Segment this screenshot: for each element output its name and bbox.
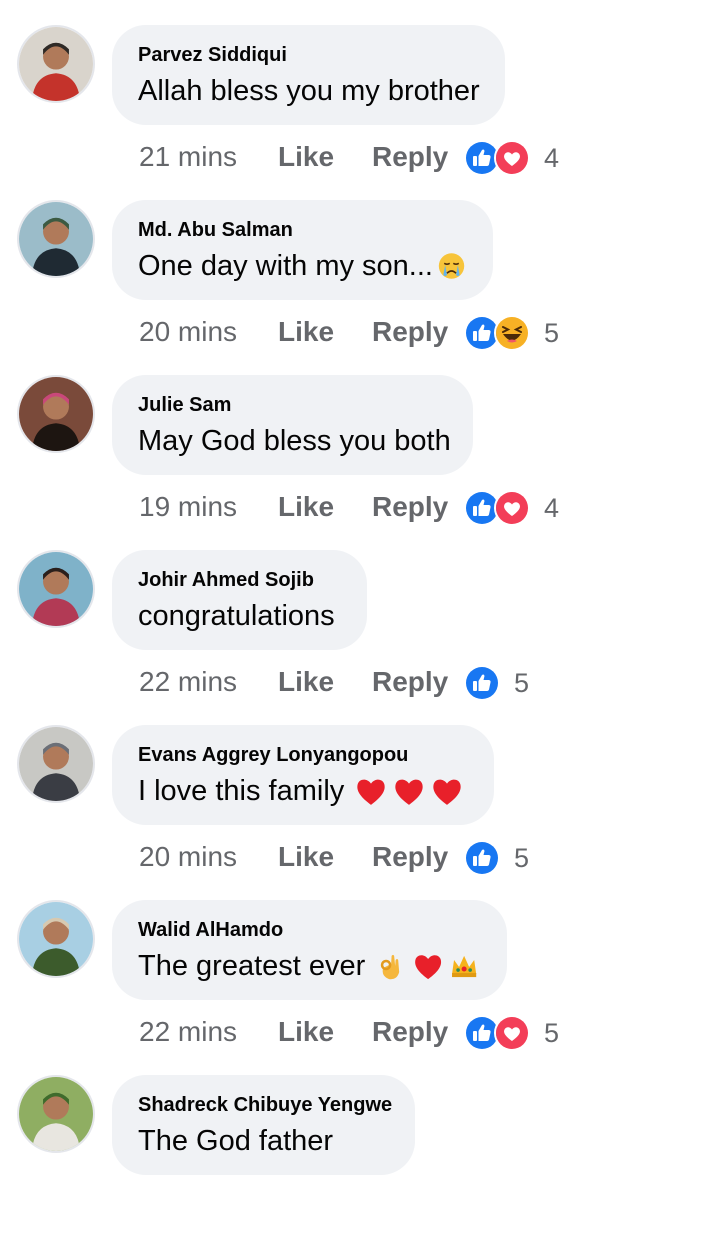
ok-hand-emoji xyxy=(375,949,407,983)
reply-button[interactable]: Reply xyxy=(372,1012,448,1052)
comment-item: Parvez Siddiqui Allah bless you my brothe… xyxy=(0,25,720,200)
like-button[interactable]: Like xyxy=(278,1012,334,1052)
comment-bubble: Johir Ahmed Sojib congratulations xyxy=(112,550,367,650)
reply-button[interactable]: Reply xyxy=(372,837,448,877)
avatar[interactable] xyxy=(17,1075,95,1153)
comment-text: One day with my son... xyxy=(138,246,466,286)
reaction-count: 5 xyxy=(514,843,530,873)
comment-author[interactable]: Julie Sam xyxy=(138,393,446,417)
comment-timestamp: 20 mins xyxy=(139,841,238,872)
comment-text-content: The greatest ever xyxy=(138,950,366,982)
comment-actions: 20 mins Like Reply 5 xyxy=(0,312,720,352)
comment-text-content: congratulations xyxy=(138,600,335,632)
comment-text-content: One day with my son... xyxy=(138,250,433,282)
red-heart-emoji xyxy=(412,949,444,983)
comment-actions: 22 mins Like Reply 5 xyxy=(0,662,720,702)
comment-author[interactable]: Parvez Siddiqui xyxy=(138,43,478,67)
comment-bubble: Julie Sam May God bless you both xyxy=(112,375,473,475)
avatar[interactable] xyxy=(17,725,95,803)
comment-text: May God bless you both xyxy=(138,421,451,461)
comment-bubble: Md. Abu Salman One day with my son... xyxy=(112,200,493,300)
comment-item: Johir Ahmed Sojib congratulations 22 mins L… xyxy=(0,550,720,725)
love-reaction-icon xyxy=(494,140,530,176)
red-heart-emoji xyxy=(430,774,464,808)
comment-author[interactable]: Shadreck Chibuye Yengwe xyxy=(138,1093,392,1117)
avatar[interactable] xyxy=(17,200,95,278)
love-reaction-icon xyxy=(494,490,530,526)
avatar[interactable] xyxy=(17,375,95,453)
crown-emoji xyxy=(448,949,480,983)
reaction-summary[interactable]: 5 xyxy=(464,665,530,701)
comment-actions: 21 mins Like Reply 4 xyxy=(0,137,720,177)
like-button[interactable]: Like xyxy=(278,137,334,177)
reaction-summary[interactable]: 4 xyxy=(464,490,560,526)
comment-text-content: Allah bless you my brother xyxy=(138,75,480,107)
comment-text-content: I love this family xyxy=(138,775,345,807)
like-button[interactable]: Like xyxy=(278,312,334,352)
comment-author[interactable]: Walid AlHamdo xyxy=(138,918,480,942)
like-button[interactable]: Like xyxy=(278,837,334,877)
red-heart-emoji xyxy=(392,774,426,808)
comment-bubble: Evans Aggrey Lonyangopou I love this fami… xyxy=(112,725,494,825)
comment-item: Evans Aggrey Lonyangopou I love this fami… xyxy=(0,725,720,900)
comment-text: Allah bless you my brother xyxy=(138,71,480,111)
reaction-count: 4 xyxy=(544,143,560,173)
comment-timestamp: 22 mins xyxy=(139,1016,238,1047)
reply-button[interactable]: Reply xyxy=(372,487,448,527)
comment-bubble: Parvez Siddiqui Allah bless you my brothe… xyxy=(112,25,505,125)
comment-author[interactable]: Md. Abu Salman xyxy=(138,218,466,242)
haha-reaction-icon xyxy=(494,315,530,351)
reply-button[interactable]: Reply xyxy=(372,137,448,177)
comment-bubble: Shadreck Chibuye Yengwe The God father xyxy=(112,1075,415,1175)
reply-button[interactable]: Reply xyxy=(372,312,448,352)
comment-actions: 19 mins Like Reply 4 xyxy=(0,487,720,527)
comment-text: The greatest ever xyxy=(138,946,480,986)
reaction-summary[interactable]: 4 xyxy=(464,140,560,176)
reaction-count: 5 xyxy=(544,1018,560,1048)
comment-author[interactable]: Johir Ahmed Sojib xyxy=(138,568,340,592)
comment-item: Md. Abu Salman One day with my son... 20 m… xyxy=(0,200,720,375)
avatar[interactable] xyxy=(17,25,95,103)
comment-timestamp: 20 mins xyxy=(139,316,238,347)
comment-author[interactable]: Evans Aggrey Lonyangopou xyxy=(138,743,467,767)
comment-bubble: Walid AlHamdo The greatest ever xyxy=(112,900,507,1000)
like-button[interactable]: Like xyxy=(278,487,334,527)
love-reaction-icon xyxy=(494,1015,530,1051)
like-reaction-icon xyxy=(464,840,500,876)
reply-button[interactable]: Reply xyxy=(372,662,448,702)
reaction-summary[interactable]: 5 xyxy=(464,840,530,876)
avatar[interactable] xyxy=(17,550,95,628)
comment-text-content: May God bless you both xyxy=(138,425,451,457)
reaction-count: 4 xyxy=(544,493,560,523)
reaction-count: 5 xyxy=(514,668,530,698)
comment-actions: 20 mins Like Reply 5 xyxy=(0,837,720,877)
comment-text-content: The God father xyxy=(138,1125,334,1157)
comment-timestamp: 22 mins xyxy=(139,666,238,697)
crying-face-emoji xyxy=(437,249,466,283)
comment-timestamp: 19 mins xyxy=(139,491,238,522)
reaction-count: 5 xyxy=(544,318,560,348)
comment-item: Shadreck Chibuye Yengwe The God father xyxy=(0,1075,720,1250)
like-button[interactable]: Like xyxy=(278,662,334,702)
avatar[interactable] xyxy=(17,900,95,978)
comment-timestamp: 21 mins xyxy=(139,141,238,172)
reaction-summary[interactable]: 5 xyxy=(464,1015,560,1051)
reaction-summary[interactable]: 5 xyxy=(464,315,560,351)
comment-item: Julie Sam May God bless you both 19 mins Li… xyxy=(0,375,720,550)
red-heart-emoji xyxy=(354,774,388,808)
comment-item: Walid AlHamdo The greatest ever 22 mins Lik… xyxy=(0,900,720,1075)
comment-text: congratulations xyxy=(138,596,340,636)
comment-actions: 22 mins Like Reply 5 xyxy=(0,1012,720,1052)
comment-text: I love this family xyxy=(138,771,467,811)
like-reaction-icon xyxy=(464,665,500,701)
comment-text: The God father xyxy=(138,1121,388,1161)
